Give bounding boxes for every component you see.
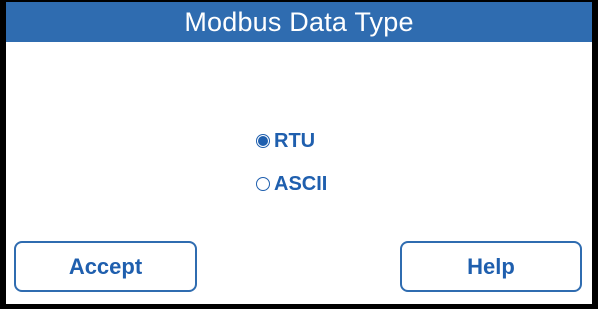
accept-button[interactable]: Accept [14, 241, 197, 292]
radio-option-rtu[interactable]: RTU [256, 131, 315, 151]
content-panel: RTU ASCII Accept Help [6, 42, 592, 304]
help-button-label: Help [467, 253, 515, 279]
radio-option-ascii[interactable]: ASCII [256, 174, 327, 194]
radio-label-rtu: RTU [274, 130, 316, 152]
title-bar: Modbus Data Type [6, 2, 592, 42]
accept-button-label: Accept [68, 253, 143, 279]
help-button[interactable]: Help [400, 241, 582, 292]
radio-selected-icon [256, 134, 270, 148]
page-title: Modbus Data Type [184, 6, 414, 37]
radio-dot [258, 136, 268, 146]
screen-frame: Modbus Data Type RTU ASCII Accept Help [0, 0, 598, 309]
radio-label-ascii: ASCII [274, 173, 328, 195]
radio-unselected-icon [256, 177, 270, 191]
